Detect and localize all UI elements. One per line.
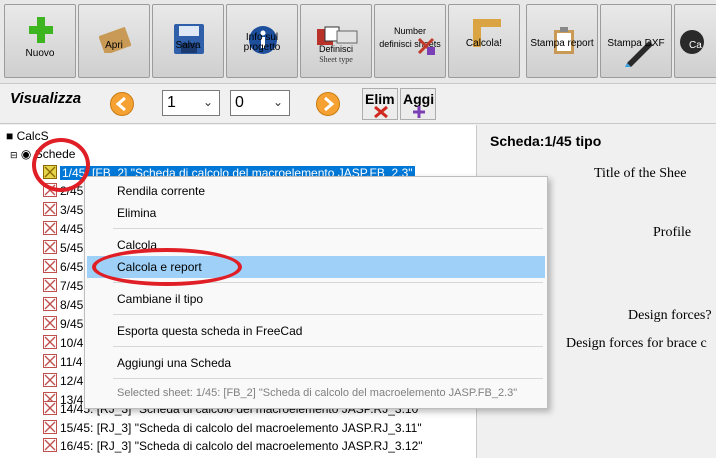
arrow-right-icon [324, 96, 335, 112]
sheet-icon [43, 438, 57, 452]
tree-row[interactable]: 3/45 [43, 202, 83, 219]
sheet-icon [43, 259, 57, 273]
tree-root-label: CalcS [16, 129, 49, 143]
chevron-down-icon: ⌄ [272, 95, 283, 109]
calc-label: Ca [689, 40, 702, 51]
tree-row-label: 10/4 [60, 336, 84, 350]
menu-item-aggiungi-scheda[interactable]: Aggiungi una Scheda [87, 352, 545, 374]
menu-separator [113, 346, 543, 347]
new-label: Nuovo [25, 48, 55, 59]
tree-row-label: 4/45 [60, 222, 84, 236]
tree-row-label: 7/45 [60, 279, 84, 293]
sheet-icon [43, 202, 57, 216]
design-forces-text: Design forces? [628, 308, 712, 323]
sheet-combo-2[interactable]: 0 ⌄ [230, 90, 290, 116]
menu-separator [113, 228, 543, 229]
sheet-title: Scheda:1/45 tipo [490, 133, 602, 149]
open-label: Apri [105, 40, 123, 51]
print-dxf-button[interactable]: Stampa DXF [600, 4, 672, 78]
add-button[interactable]: Aggi [400, 88, 436, 120]
tree-row-label: 3/45 [60, 203, 84, 217]
annotation-circle-calcola-report [92, 248, 242, 286]
folder-icon: ◉ [20, 147, 32, 161]
menu-item-rendila-corrente[interactable]: Rendila corrente [87, 180, 545, 202]
sheet-icon [43, 354, 57, 368]
sheet-type-sublabel: Sheet type [319, 55, 353, 64]
tree-row[interactable]: 12/4 [43, 373, 83, 390]
tree-row[interactable]: 11/4 [43, 354, 82, 371]
print-report-button[interactable]: Stampa report [526, 4, 598, 78]
plus-icon [29, 17, 53, 43]
sheet-icon [43, 420, 57, 434]
design-forces-brace-text: Design forces for brace c [566, 336, 707, 351]
root-icon: ■ [6, 129, 14, 143]
sheet-icon [43, 316, 57, 330]
tree-row-label: 11/4 [60, 355, 83, 369]
tree-row[interactable]: 7/45 [43, 278, 83, 295]
menu-item-cambiane-il-tipo[interactable]: Cambiane il tipo [87, 288, 545, 310]
tree-row[interactable]: 16/45: [RJ_3] "Scheda di calcolo del mac… [43, 438, 423, 455]
visualizza-label: Visualizza [10, 90, 82, 107]
calculate-button[interactable]: Calcola! [448, 4, 520, 78]
define-sheet-type-button[interactable]: Definisci Sheet type [300, 4, 372, 78]
profile-text: Profile [653, 225, 692, 240]
sheet-combo-1-value: 1 [167, 94, 176, 111]
tree-row[interactable]: 10/4 [43, 335, 83, 352]
plus-icon [413, 106, 425, 118]
tree-row[interactable]: 5/45 [43, 240, 83, 257]
arrow-left-icon [115, 96, 126, 112]
sheet-combo-2-value: 0 [235, 94, 244, 111]
tree-row[interactable]: 4/45 [43, 221, 83, 238]
tree-row[interactable]: 15/45: [RJ_3] "Scheda di calcolo del mac… [43, 420, 422, 437]
tree-row[interactable]: 6/45 [43, 259, 83, 276]
tree-row[interactable]: 9/45 [43, 316, 83, 333]
tree-row-label: 15/45: [RJ_3] "Scheda di calcolo del mac… [60, 421, 422, 435]
number-sheets-icon [417, 37, 435, 55]
sheet-combo-1[interactable]: 1 ⌄ [162, 90, 220, 116]
menu-separator [113, 378, 543, 379]
next-button[interactable] [316, 92, 340, 116]
collapse-icon: ⊟ [10, 150, 18, 160]
new-button[interactable]: Nuovo [4, 4, 76, 78]
print-report-label: Stampa report [530, 38, 594, 49]
menu-item-elimina[interactable]: Elimina [87, 202, 545, 224]
tree-row-label: 16/45: [RJ_3] "Scheda di calcolo del mac… [60, 439, 423, 453]
project-info-button[interactable]: Info sul progetto [226, 4, 298, 78]
tree-row-label: 12/4 [60, 374, 84, 388]
navigation-bar: Visualizza 1 ⌄ 0 ⌄ Elim Aggi [0, 84, 716, 124]
main-toolbar: Nuovo Apri Salva Info sul progetto Defin… [0, 0, 716, 84]
selected-sheet-info: Selected sheet: 1/45: [FB_2] "Scheda di … [117, 387, 518, 399]
calculate-label: Calcola! [465, 38, 503, 49]
tree-row-label: 8/45 [60, 298, 84, 312]
sheet-icon [43, 278, 57, 292]
tree-root[interactable]: ■ CalcS [6, 129, 49, 143]
calc-button-partial[interactable]: Ca [674, 4, 716, 78]
chevron-down-icon: ⌄ [202, 95, 213, 109]
prev-button[interactable] [110, 92, 134, 116]
title-of-sheet-text: Title of the Shee [594, 166, 687, 181]
project-info-label: Info sul progetto [243, 32, 281, 53]
save-label: Salva [175, 40, 201, 51]
number-sheets-button[interactable]: Number definisci sheets [374, 4, 446, 78]
open-button[interactable]: Apri [78, 4, 150, 78]
sheet-icon [43, 401, 57, 415]
context-menu: Rendila corrente Elimina Calcola Calcola… [84, 176, 548, 409]
save-button[interactable]: Salva [152, 4, 224, 78]
tree-row-label: 9/45 [60, 317, 84, 331]
tree-row-label: 6/45 [60, 260, 84, 274]
tree-row[interactable]: 8/45 [43, 297, 83, 314]
sheet-icon [43, 297, 57, 311]
tree-row-label: 5/45 [60, 241, 84, 255]
define-label: Definisci [318, 44, 353, 54]
sheet-icon [43, 240, 57, 254]
annotation-circle-selected-row [32, 138, 90, 192]
menu-separator [113, 314, 543, 315]
red-x-icon [374, 105, 388, 119]
sheet-icon [43, 221, 57, 235]
sheet-icon [43, 373, 57, 387]
menu-item-esporta-freecad[interactable]: Esporta questa scheda in FreeCad [87, 320, 545, 342]
print-dxf-label: Stampa DXF [607, 38, 665, 49]
delete-button[interactable]: Elim [362, 88, 398, 120]
sheet-icon [43, 335, 57, 349]
